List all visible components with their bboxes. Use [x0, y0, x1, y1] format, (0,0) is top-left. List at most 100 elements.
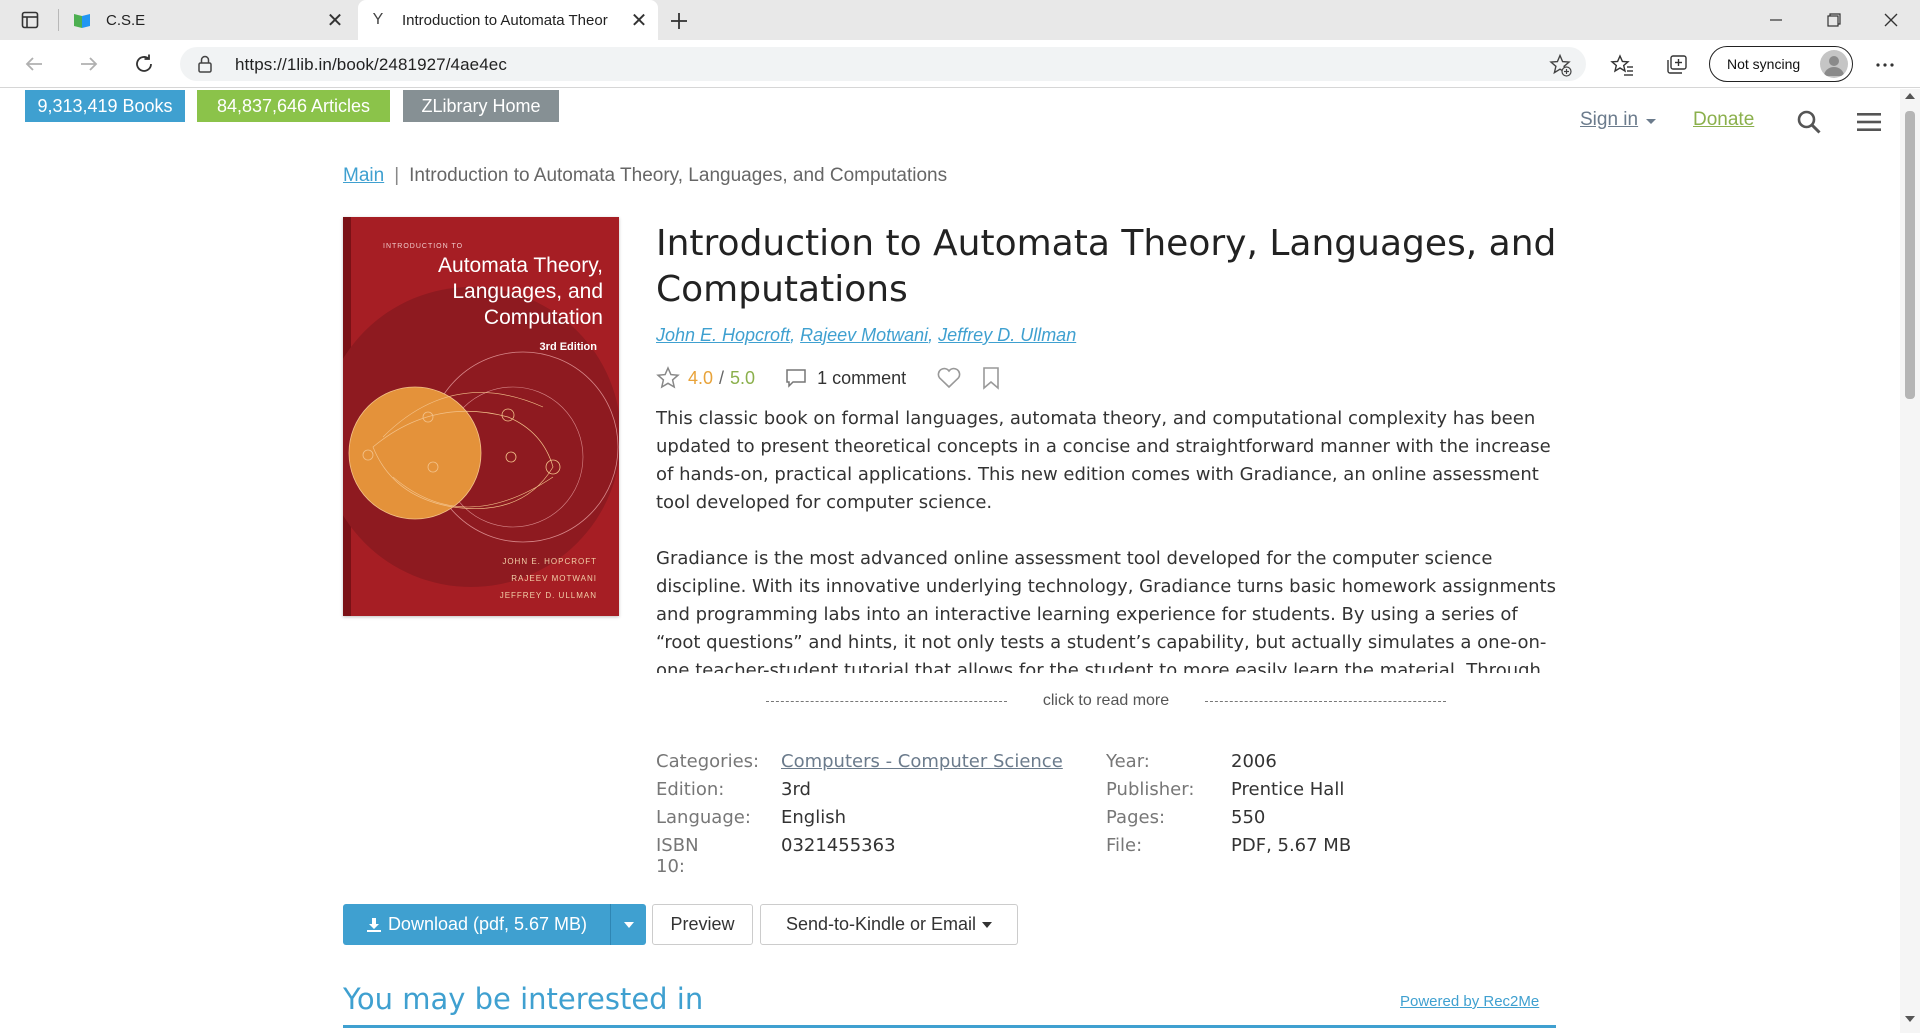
divider	[766, 700, 1007, 702]
settings-more-button[interactable]	[1870, 50, 1900, 80]
property-label: Categories:	[656, 751, 760, 772]
cover-title-line: Automata Theory,	[438, 254, 603, 277]
new-tab-button[interactable]	[664, 6, 694, 36]
divider	[1205, 700, 1447, 702]
book-description: This classic book on formal languages, a…	[656, 405, 1556, 673]
signin-link[interactable]: Sign in	[1580, 109, 1638, 131]
author-link[interactable]: Jeffrey D. Ullman	[938, 325, 1076, 345]
book-authors: John E. Hopcroft, Rajeev Motwani, Jeffre…	[656, 325, 1077, 345]
tab-title: Introduction to Automata Theor	[402, 11, 608, 29]
articles-count-badge[interactable]: 84,837,646 Articles	[197, 90, 390, 122]
heart-icon[interactable]	[936, 367, 962, 389]
download-options-button[interactable]	[610, 904, 646, 945]
recommendations-heading: You may be interested in	[343, 982, 704, 1016]
read-more-label[interactable]: click to read more	[1007, 692, 1205, 710]
forward-button[interactable]	[71, 48, 107, 80]
cover-authors: JOHN E. HOPCROFT RAJEEV MOTWANI JEFFREY …	[500, 553, 597, 604]
back-button[interactable]	[16, 48, 52, 80]
preview-button[interactable]: Preview	[652, 904, 753, 945]
profile-label: Not syncing	[1727, 56, 1801, 72]
favorites-list-icon	[1610, 54, 1633, 76]
author-link[interactable]: John E. Hopcroft	[656, 325, 790, 345]
collections-button[interactable]	[1662, 50, 1692, 80]
cover-author: JEFFREY D. ULLMAN	[499, 591, 597, 600]
minimize-button[interactable]	[1748, 0, 1804, 40]
book-title: Introduction to Automata Theory, Languag…	[656, 223, 1557, 310]
tab-title: C.S.E	[106, 11, 146, 29]
refresh-button[interactable]	[126, 48, 162, 80]
powered-by-link[interactable]: Powered by Rec2Me	[1400, 993, 1539, 1010]
chevron-down-icon[interactable]	[1646, 119, 1656, 124]
breadcrumb-separator: |	[394, 165, 400, 186]
property-value: Prentice Hall	[1231, 779, 1345, 800]
profile-button[interactable]: Not syncing	[1709, 46, 1853, 82]
donate-link[interactable]: Donate	[1693, 109, 1754, 131]
comments-link[interactable]: 1 comment	[817, 368, 906, 389]
property-label: File:	[1106, 835, 1143, 856]
search-icon[interactable]	[1796, 109, 1822, 135]
send-to-kindle-label: Send-to-Kindle or Email	[785, 914, 977, 934]
chevron-down-icon	[982, 921, 993, 928]
category-link[interactable]: Computers - Computer Science	[781, 751, 1063, 772]
zlibrary-home-link[interactable]: ZLibrary Home	[403, 90, 559, 122]
close-tab-icon[interactable]: ✕	[322, 7, 348, 33]
rating-max: 5.0	[730, 367, 756, 388]
scroll-up-icon[interactable]	[1905, 93, 1915, 99]
browser-tab-bar: C.S.E ✕ Y Introduction to Automata Theor…	[0, 0, 1920, 40]
restore-button[interactable]	[1806, 0, 1862, 40]
property-label: Edition:	[656, 779, 725, 800]
add-favorite-icon[interactable]	[1548, 53, 1572, 77]
description-paragraph: This classic book on formal languages, a…	[656, 408, 1551, 513]
tab-actions-icon	[21, 11, 39, 29]
collections-icon	[1667, 55, 1687, 74]
cover-title: Automata Theory, Languages, and Computat…	[363, 253, 603, 331]
breadcrumb-main-link[interactable]: Main	[343, 165, 384, 187]
tab-separator	[58, 9, 59, 31]
section-divider	[343, 1025, 1556, 1028]
download-icon	[366, 917, 381, 932]
close-icon	[1884, 13, 1898, 27]
cover-title-line: Languages, and	[452, 280, 603, 303]
tab-cse[interactable]: C.S.E ✕	[62, 0, 354, 40]
send-to-kindle-button[interactable]: Send-to-Kindle or Email	[760, 904, 1018, 945]
scroll-down-icon[interactable]	[1905, 1016, 1915, 1022]
tab-automata[interactable]: Y Introduction to Automata Theor ✕	[358, 0, 658, 40]
rating-row: 4.0 / 5.0 1 comment	[656, 364, 1000, 392]
lock-icon[interactable]	[198, 55, 212, 73]
read-more-toggle[interactable]: click to read more	[766, 692, 1447, 710]
cover-top-text: INTRODUCTION TO	[383, 243, 464, 250]
books-count-badge[interactable]: 9,313,419 Books	[25, 90, 185, 122]
comment-icon[interactable]	[785, 368, 807, 388]
close-window-button[interactable]	[1863, 0, 1919, 40]
author-link[interactable]: Rajeev Motwani	[800, 325, 928, 345]
rating-value: 4.0	[688, 367, 714, 388]
scrollbar-thumb[interactable]	[1905, 111, 1915, 399]
download-button[interactable]: Download (pdf, 5.67 MB)	[343, 904, 646, 945]
download-main-button[interactable]: Download (pdf, 5.67 MB)	[343, 914, 610, 935]
breadcrumb-current: Introduction to Automata Theory, Languag…	[409, 165, 948, 186]
address-bar[interactable]: https://1lib.in/book/2481927/4ae4ec	[180, 47, 1586, 81]
arrow-right-icon	[81, 57, 98, 71]
book-favicon-icon	[72, 10, 92, 30]
property-value: 550	[1231, 807, 1266, 828]
property-value: 3rd	[781, 779, 811, 800]
star-icon[interactable]	[656, 366, 680, 390]
property-label: Pages:	[1106, 807, 1166, 828]
browser-toolbar: https://1lib.in/book/2481927/4ae4ec Not …	[0, 40, 1920, 88]
bookmark-icon[interactable]	[982, 366, 1000, 390]
page-scrollbar[interactable]	[1900, 89, 1920, 1033]
book-cover-image[interactable]: INTRODUCTION TO Automata Theory, Languag…	[343, 217, 619, 616]
hamburger-menu-icon[interactable]	[1857, 111, 1881, 133]
url-text[interactable]: https://1lib.in/book/2481927/4ae4ec	[235, 55, 507, 75]
description-paragraph: Gradiance is the most advanced online as…	[656, 548, 1556, 673]
minimize-icon	[1770, 19, 1782, 21]
restore-icon	[1827, 13, 1841, 27]
plus-icon	[671, 13, 687, 29]
close-tab-icon[interactable]: ✕	[626, 7, 652, 33]
tab-actions-button[interactable]	[14, 8, 46, 32]
property-label: Language:	[656, 807, 751, 828]
chevron-down-icon	[623, 921, 634, 928]
favorites-button[interactable]	[1607, 50, 1637, 80]
y-favicon-icon: Y	[372, 11, 384, 28]
property-value: 2006	[1231, 751, 1277, 772]
